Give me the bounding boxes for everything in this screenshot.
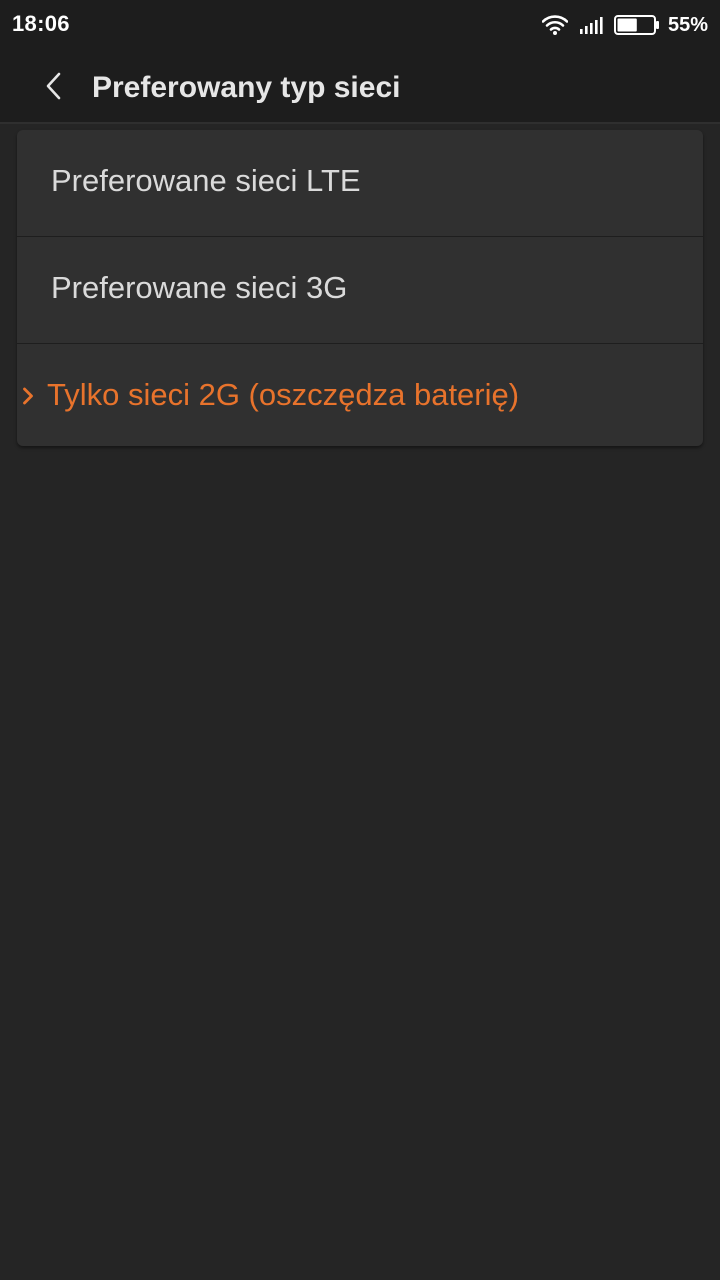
status-icons: 55% — [541, 10, 708, 40]
chevron-left-icon — [44, 71, 64, 106]
option-lte-preferred[interactable]: Preferowane sieci LTE — [17, 130, 703, 237]
option-label: Preferowane sieci 3G — [51, 270, 348, 305]
wifi-icon — [541, 15, 568, 35]
battery-icon — [613, 15, 660, 35]
chevron-right-icon — [22, 387, 34, 410]
option-3g-preferred[interactable]: Preferowane sieci 3G — [17, 237, 703, 344]
status-time: 18:06 — [12, 11, 70, 36]
app-bar: Preferowany typ sieci — [0, 50, 720, 124]
option-2g-only[interactable]: Tylko sieci 2G (oszczędza baterię) — [17, 344, 703, 446]
option-label: Tylko sieci 2G (oszczędza baterię) — [47, 377, 520, 412]
network-type-options: Preferowane sieci LTE Preferowane sieci … — [17, 130, 703, 446]
signal-icon — [579, 16, 604, 34]
back-button[interactable] — [30, 64, 78, 112]
status-bar: 18:06 55% — [0, 0, 720, 50]
page-title: Preferowany typ sieci — [92, 71, 401, 104]
option-label: Preferowane sieci LTE — [51, 163, 361, 198]
battery-percent: 55% — [667, 13, 708, 36]
screen: 18:06 55% Preferowany typ sieci Preferow… — [0, 0, 720, 1280]
